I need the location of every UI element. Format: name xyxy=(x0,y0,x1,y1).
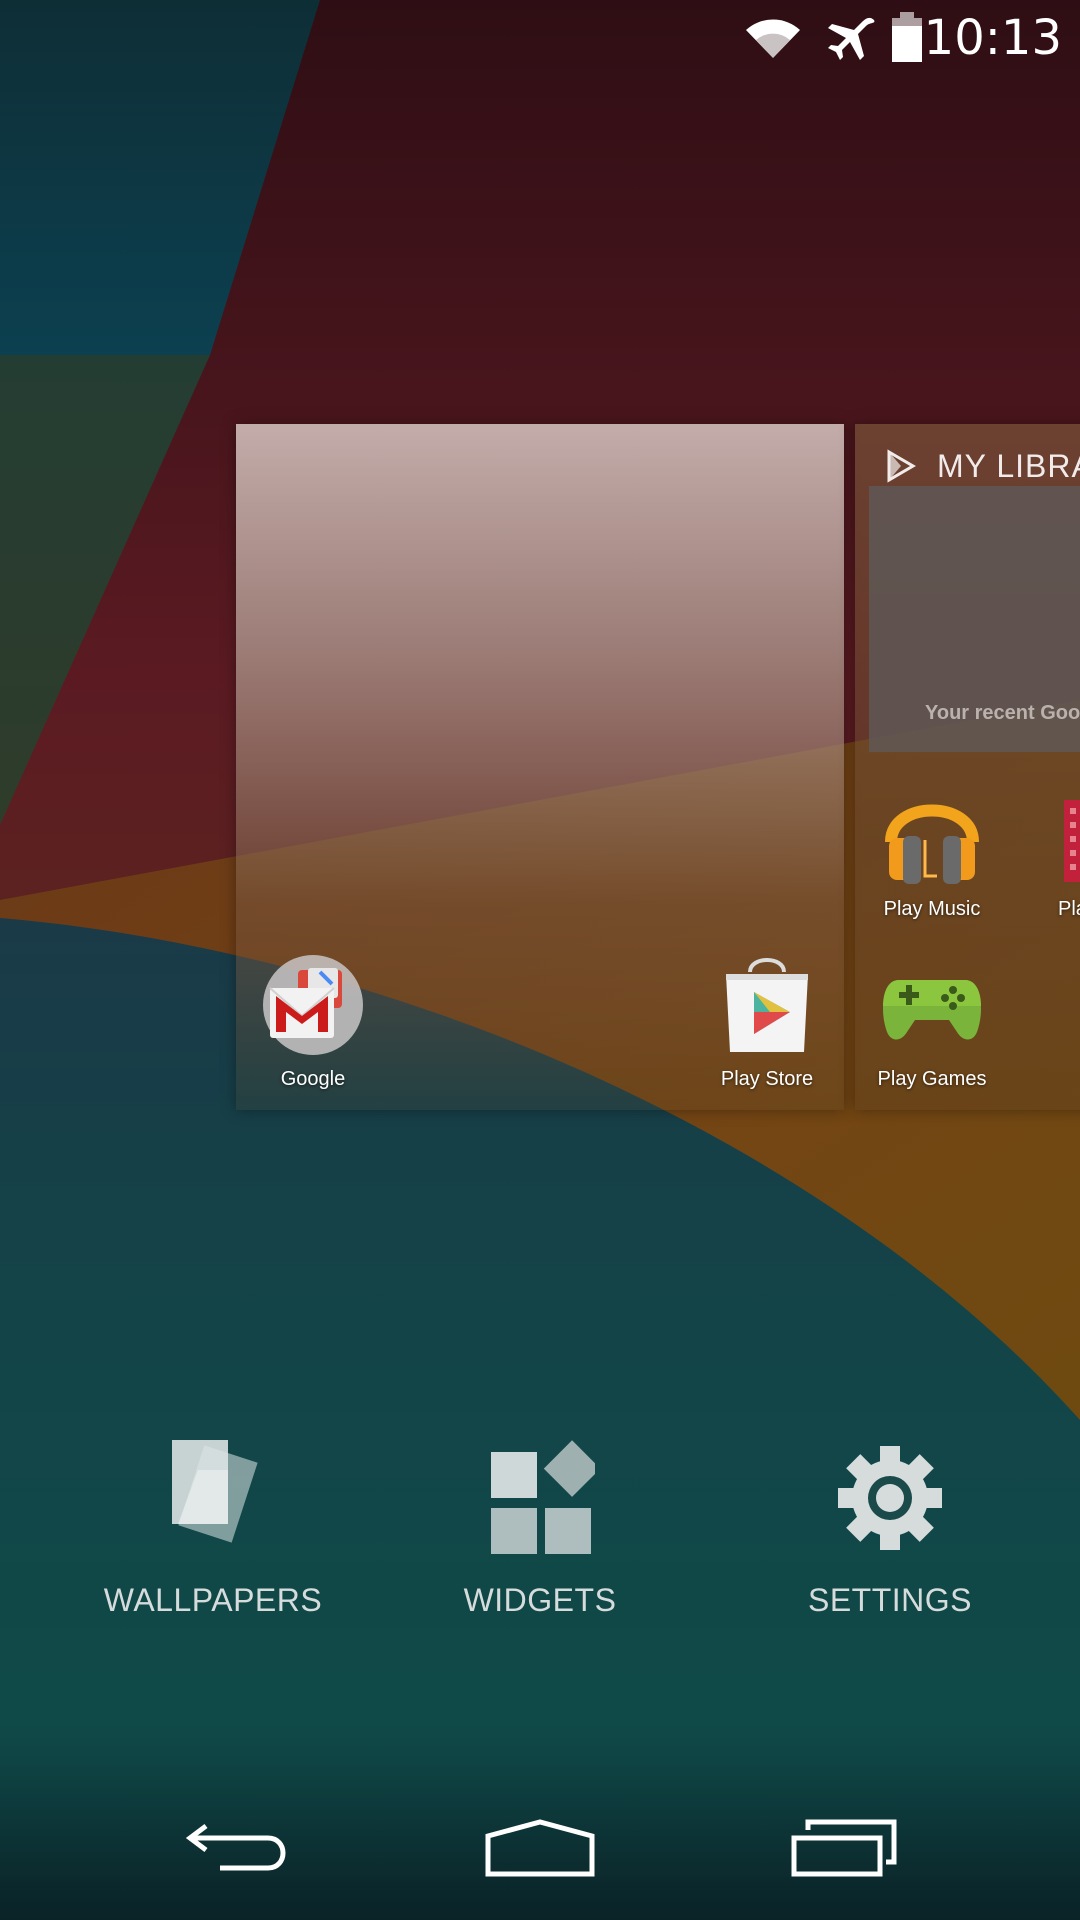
app-label: Play Mo xyxy=(1058,898,1080,920)
app-label: Google xyxy=(280,1068,346,1090)
wifi-icon xyxy=(746,19,800,58)
app-play-store[interactable]: Play Store xyxy=(682,950,852,1091)
app-play-movies[interactable]: Play Mo xyxy=(992,780,1080,921)
app-label: Play Store xyxy=(720,1068,814,1090)
app-play-games[interactable]: Play Games xyxy=(847,950,1017,1091)
google-folder-icon xyxy=(263,955,363,1055)
my-library-widget-header[interactable]: MY LIBRA xyxy=(883,442,1080,490)
settings-label: SETTINGS xyxy=(807,1582,972,1618)
app-label: Play Games xyxy=(877,1068,987,1090)
status-bar: 10:13 xyxy=(0,0,1080,75)
wallpapers-button[interactable]: WALLPAPERS xyxy=(63,1440,363,1619)
clock: 10:13 xyxy=(923,10,1062,66)
launcher-overview-screen: 10:13 MY LIBRA Your recent Goo Google Pl… xyxy=(0,0,1080,1920)
recents-icon[interactable] xyxy=(790,1818,898,1878)
widgets-button[interactable]: WIDGETS xyxy=(390,1440,690,1619)
battery-icon xyxy=(892,12,922,62)
play-games-icon xyxy=(883,980,981,1040)
settings-button[interactable]: SETTINGS xyxy=(740,1440,1040,1619)
play-movies-icon xyxy=(1064,800,1080,882)
wallpapers-icon xyxy=(172,1440,258,1543)
gear-icon xyxy=(838,1446,942,1550)
wallpapers-label: WALLPAPERS xyxy=(103,1582,323,1618)
my-library-title: MY LIBRA xyxy=(937,447,1080,484)
widgets-icon xyxy=(491,1440,595,1554)
widgets-label: WIDGETS xyxy=(463,1582,617,1618)
navigation-bar xyxy=(0,1760,1080,1920)
my-library-widget-panel[interactable]: Your recent Goo xyxy=(869,486,1080,752)
play-store-icon xyxy=(726,958,808,1052)
library-empty-text: Your recent Goo xyxy=(925,702,1080,724)
airplane-mode-icon xyxy=(828,17,875,60)
app-google-folder[interactable]: Google xyxy=(228,950,398,1091)
play-music-icon xyxy=(885,804,979,884)
back-icon[interactable] xyxy=(186,1818,292,1878)
home-icon[interactable] xyxy=(484,1818,596,1878)
play-triangle-icon xyxy=(887,449,916,483)
